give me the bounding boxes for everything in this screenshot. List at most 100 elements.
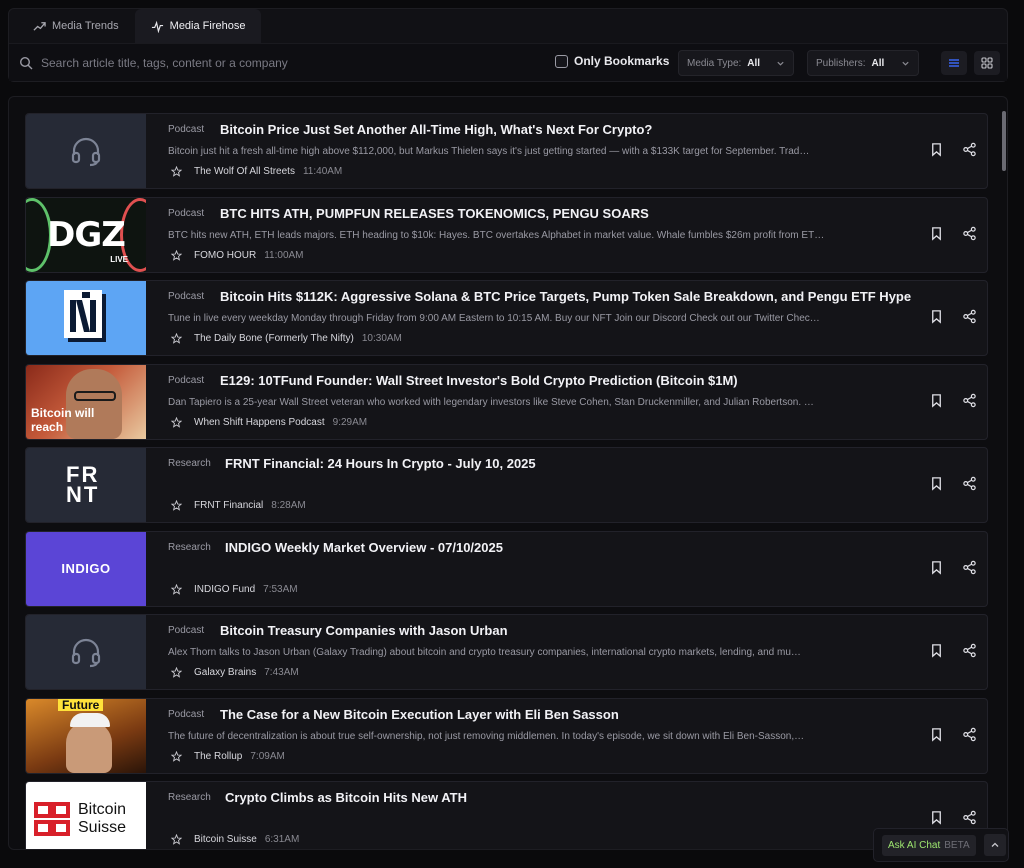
article-thumbnail[interactable]: DGZ LIVE: [26, 197, 146, 272]
tab-media-firehose[interactable]: Media Firehose: [134, 9, 262, 43]
chevron-up-icon: [991, 842, 999, 847]
article-thumbnail[interactable]: [26, 281, 146, 355]
publishers-value: All: [871, 57, 885, 69]
list-view-button[interactable]: [941, 51, 967, 75]
article-card[interactable]: Bitcoin will reach Podcast E129: 10TFund F…: [25, 363, 988, 440]
article-publisher[interactable]: Bitcoin Suisse: [194, 834, 257, 845]
thumb-logo-text: INDIGO: [61, 561, 111, 576]
share-icon[interactable]: [962, 560, 977, 575]
article-category: Podcast: [168, 625, 205, 636]
article-publisher[interactable]: Galaxy Brains: [194, 667, 256, 678]
bookmark-icon[interactable]: [929, 810, 944, 825]
article-publisher[interactable]: INDIGO Fund: [194, 584, 255, 595]
media-type-select[interactable]: Media Type: All: [678, 50, 794, 76]
share-icon[interactable]: [962, 309, 977, 324]
share-icon[interactable]: [962, 810, 977, 825]
article-publisher[interactable]: The Rollup: [194, 751, 242, 762]
star-icon[interactable]: [171, 667, 182, 678]
article-title[interactable]: Bitcoin Treasury Companies with Jason Ur…: [220, 623, 508, 638]
article-description: Bitcoin just hit a fresh all-time high a…: [168, 146, 810, 157]
article-publisher[interactable]: FRNT Financial: [194, 500, 263, 511]
article-thumbnail[interactable]: FRNT: [26, 448, 146, 522]
scrollbar[interactable]: [1002, 111, 1006, 171]
article-card[interactable]: Podcast Bitcoin Price Just Set Another Al…: [25, 113, 988, 189]
star-icon[interactable]: [171, 583, 182, 595]
article-title[interactable]: Bitcoin Hits $112K: Aggressive Solana & …: [220, 289, 911, 304]
star-icon[interactable]: [171, 500, 182, 511]
star-icon[interactable]: [171, 166, 182, 177]
article-title[interactable]: The Case for a New Bitcoin Execution Lay…: [220, 707, 619, 722]
article-feed[interactable]: Podcast Bitcoin Price Just Set Another Al…: [8, 96, 1008, 850]
article-title[interactable]: E129: 10TFund Founder: Wall Street Inves…: [220, 373, 738, 388]
article-publisher[interactable]: The Daily Bone (Formerly The Nifty): [194, 333, 354, 344]
article-card[interactable]: INDIGO Research INDIGO Weekly Market Overv…: [25, 530, 988, 607]
article-description: Tune in live every weekday Monday throug…: [168, 313, 820, 324]
article-title[interactable]: Crypto Climbs as Bitcoin Hits New ATH: [225, 790, 467, 805]
star-icon[interactable]: [171, 249, 182, 261]
article-title[interactable]: BTC HITS ATH, PUMPFUN RELEASES TOKENOMIC…: [220, 206, 649, 221]
article-thumbnail[interactable]: Bitcoin Suisse: [26, 782, 146, 849]
article-card[interactable]: Podcast Bitcoin Hits $112K: Aggressive So…: [25, 280, 988, 356]
article-thumbnail[interactable]: Future: [26, 698, 146, 773]
article-title[interactable]: FRNT Financial: 24 Hours In Crypto - Jul…: [225, 456, 536, 471]
article-card[interactable]: FRNT Research FRNT Financial: 24 Hours In …: [25, 447, 988, 523]
article-publisher[interactable]: The Wolf Of All Streets: [194, 166, 295, 177]
bookmark-icon[interactable]: [929, 226, 944, 241]
bookmark-icon[interactable]: [929, 142, 944, 157]
chevron-down-icon: [902, 61, 909, 66]
article-title[interactable]: INDIGO Weekly Market Overview - 07/10/20…: [225, 540, 503, 555]
article-card[interactable]: Future Podcast The Case for a New Bitcoin …: [25, 697, 988, 774]
article-actions: [929, 142, 977, 157]
only-bookmarks-toggle[interactable]: Only Bookmarks: [555, 54, 669, 68]
tab-label: Media Firehose: [169, 20, 246, 32]
article-time: 10:30AM: [361, 333, 402, 344]
article-meta: INDIGO Fund 7:53AM: [171, 583, 298, 595]
media-type-value: All: [747, 57, 761, 69]
star-icon[interactable]: [171, 750, 182, 762]
only-bookmarks-checkbox[interactable]: [555, 54, 568, 68]
article-thumbnail[interactable]: [26, 114, 146, 188]
article-actions: [929, 226, 977, 241]
article-publisher[interactable]: FOMO HOUR: [194, 250, 256, 261]
article-thumbnail[interactable]: [26, 615, 146, 689]
article-actions: [929, 810, 977, 825]
share-icon[interactable]: [962, 476, 977, 491]
article-card[interactable]: DGZ LIVE Podcast BTC HITS ATH, PUMPFUN RELE…: [25, 196, 988, 273]
bookmark-icon[interactable]: [929, 727, 944, 742]
article-category: Podcast: [168, 708, 205, 720]
share-icon[interactable]: [962, 393, 977, 408]
article-card[interactable]: Podcast Bitcoin Treasury Companies with J…: [25, 614, 988, 690]
bookmark-icon[interactable]: [929, 476, 944, 491]
publishers-label: Publishers:: [816, 57, 866, 69]
bookmark-icon[interactable]: [929, 560, 944, 575]
article-publisher[interactable]: When Shift Happens Podcast: [194, 417, 325, 428]
publishers-select[interactable]: Publishers: All: [807, 50, 919, 76]
article-card[interactable]: Bitcoin Suisse Research Crypto Climbs as B…: [25, 781, 988, 849]
article-title[interactable]: Bitcoin Price Just Set Another All-Time …: [220, 122, 652, 137]
star-icon[interactable]: [171, 834, 182, 845]
article-time: 6:31AM: [264, 834, 300, 845]
article-category: Podcast: [168, 207, 205, 219]
toolbar: Only Bookmarks Media Type: All Publisher…: [9, 43, 1007, 81]
grid-view-button[interactable]: [974, 51, 1000, 75]
share-icon[interactable]: [962, 727, 977, 742]
article-thumbnail[interactable]: Bitcoin will reach: [26, 364, 146, 439]
share-icon[interactable]: [962, 226, 977, 241]
bookmark-icon[interactable]: [929, 309, 944, 324]
article-thumbnail[interactable]: INDIGO: [26, 531, 146, 606]
expand-chat-button[interactable]: [983, 834, 1006, 856]
bitcoin-suisse-logo-icon: [34, 802, 70, 836]
bookmark-icon[interactable]: [929, 643, 944, 658]
share-icon[interactable]: [962, 643, 977, 658]
article-description: Dan Tapiero is a 25-year Wall Street vet…: [168, 396, 814, 408]
thumb-caption: Bitcoin will reach: [31, 405, 95, 434]
ask-ai-chat-button[interactable]: Ask AI Chat BETA: [882, 834, 976, 856]
thumb-logo-text: DGZ: [47, 214, 126, 255]
star-icon[interactable]: [171, 416, 182, 428]
share-icon[interactable]: [962, 142, 977, 157]
bookmark-icon[interactable]: [929, 393, 944, 408]
article-actions: [929, 393, 977, 408]
tab-media-trends[interactable]: Media Trends: [17, 9, 135, 43]
star-icon[interactable]: [171, 333, 182, 344]
search-input[interactable]: [41, 52, 541, 74]
